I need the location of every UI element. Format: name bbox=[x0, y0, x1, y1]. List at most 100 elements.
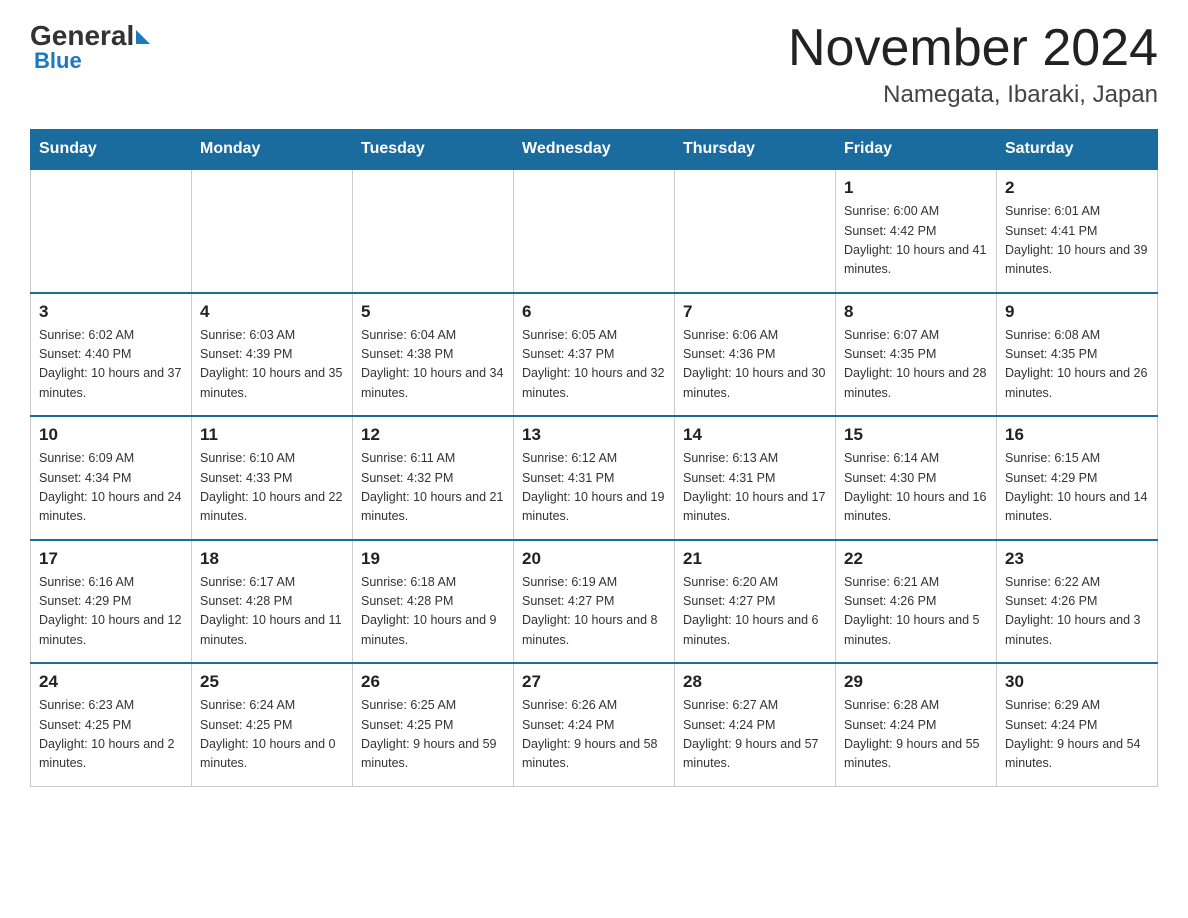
day-info: Sunrise: 6:18 AMSunset: 4:28 PMDaylight:… bbox=[361, 573, 505, 651]
calendar-cell-w4-d6: 22 Sunrise: 6:21 AMSunset: 4:26 PMDayligh… bbox=[836, 540, 997, 664]
day-info: Sunrise: 6:24 AMSunset: 4:25 PMDaylight:… bbox=[200, 696, 344, 774]
calendar-cell-w5-d1: 24 Sunrise: 6:23 AMSunset: 4:25 PMDayligh… bbox=[31, 663, 192, 786]
day-info: Sunrise: 6:01 AMSunset: 4:41 PMDaylight:… bbox=[1005, 202, 1149, 280]
day-number: 15 bbox=[844, 425, 988, 445]
page-header: General Blue November 2024 Namegata, Iba… bbox=[30, 20, 1158, 109]
day-number: 11 bbox=[200, 425, 344, 445]
day-info: Sunrise: 6:16 AMSunset: 4:29 PMDaylight:… bbox=[39, 573, 183, 651]
day-number: 9 bbox=[1005, 302, 1149, 322]
calendar-cell-w5-d5: 28Sunrise: 6:27 AMSunset: 4:24 PMDayligh… bbox=[675, 663, 836, 786]
day-number: 23 bbox=[1005, 549, 1149, 569]
calendar-cell-w4-d2: 18 Sunrise: 6:17 AMSunset: 4:28 PMDayligh… bbox=[192, 540, 353, 664]
day-info: Sunrise: 6:11 AMSunset: 4:32 PMDaylight:… bbox=[361, 449, 505, 527]
calendar-cell-w2-d7: 9 Sunrise: 6:08 AMSunset: 4:35 PMDaylight… bbox=[997, 293, 1158, 417]
day-number: 17 bbox=[39, 549, 183, 569]
day-number: 20 bbox=[522, 549, 666, 569]
day-number: 22 bbox=[844, 549, 988, 569]
day-info: Sunrise: 6:29 AMSunset: 4:24 PMDaylight:… bbox=[1005, 696, 1149, 774]
day-info: Sunrise: 6:25 AMSunset: 4:25 PMDaylight:… bbox=[361, 696, 505, 774]
day-info: Sunrise: 6:04 AMSunset: 4:38 PMDaylight:… bbox=[361, 326, 505, 404]
day-number: 16 bbox=[1005, 425, 1149, 445]
day-info: Sunrise: 6:22 AMSunset: 4:26 PMDaylight:… bbox=[1005, 573, 1149, 651]
calendar-cell-w3-d5: 14 Sunrise: 6:13 AMSunset: 4:31 PMDayligh… bbox=[675, 416, 836, 540]
day-info: Sunrise: 6:12 AMSunset: 4:31 PMDaylight:… bbox=[522, 449, 666, 527]
calendar-cell-w2-d4: 6 Sunrise: 6:05 AMSunset: 4:37 PMDaylight… bbox=[514, 293, 675, 417]
calendar-cell-w3-d3: 12 Sunrise: 6:11 AMSunset: 4:32 PMDayligh… bbox=[353, 416, 514, 540]
day-info: Sunrise: 6:26 AMSunset: 4:24 PMDaylight:… bbox=[522, 696, 666, 774]
day-info: Sunrise: 6:13 AMSunset: 4:31 PMDaylight:… bbox=[683, 449, 827, 527]
calendar-cell-w2-d5: 7 Sunrise: 6:06 AMSunset: 4:36 PMDaylight… bbox=[675, 293, 836, 417]
day-info: Sunrise: 6:08 AMSunset: 4:35 PMDaylight:… bbox=[1005, 326, 1149, 404]
day-info: Sunrise: 6:03 AMSunset: 4:39 PMDaylight:… bbox=[200, 326, 344, 404]
logo-triangle-icon bbox=[136, 30, 150, 44]
day-info: Sunrise: 6:15 AMSunset: 4:29 PMDaylight:… bbox=[1005, 449, 1149, 527]
day-number: 2 bbox=[1005, 178, 1149, 198]
day-number: 27 bbox=[522, 672, 666, 692]
day-number: 25 bbox=[200, 672, 344, 692]
day-info: Sunrise: 6:07 AMSunset: 4:35 PMDaylight:… bbox=[844, 326, 988, 404]
day-number: 1 bbox=[844, 178, 988, 198]
day-info: Sunrise: 6:23 AMSunset: 4:25 PMDaylight:… bbox=[39, 696, 183, 774]
day-info: Sunrise: 6:21 AMSunset: 4:26 PMDaylight:… bbox=[844, 573, 988, 651]
logo: General Blue bbox=[30, 20, 150, 74]
day-info: Sunrise: 6:28 AMSunset: 4:24 PMDaylight:… bbox=[844, 696, 988, 774]
header-friday: Friday bbox=[836, 130, 997, 170]
day-info: Sunrise: 6:00 AMSunset: 4:42 PMDaylight:… bbox=[844, 202, 988, 280]
day-info: Sunrise: 6:17 AMSunset: 4:28 PMDaylight:… bbox=[200, 573, 344, 651]
calendar-cell-w5-d7: 30Sunrise: 6:29 AMSunset: 4:24 PMDayligh… bbox=[997, 663, 1158, 786]
calendar-cell-w2-d2: 4 Sunrise: 6:03 AMSunset: 4:39 PMDaylight… bbox=[192, 293, 353, 417]
calendar-table: Sunday Monday Tuesday Wednesday Thursday… bbox=[30, 129, 1158, 787]
calendar-cell-w2-d3: 5Sunrise: 6:04 AMSunset: 4:38 PMDaylight… bbox=[353, 293, 514, 417]
header-monday: Monday bbox=[192, 130, 353, 170]
logo-blue-text: Blue bbox=[30, 48, 82, 74]
day-number: 13 bbox=[522, 425, 666, 445]
day-info: Sunrise: 6:19 AMSunset: 4:27 PMDaylight:… bbox=[522, 573, 666, 651]
calendar-cell-w1-d6: 1 Sunrise: 6:00 AMSunset: 4:42 PMDaylight… bbox=[836, 169, 997, 293]
day-number: 3 bbox=[39, 302, 183, 322]
calendar-cell-w5-d2: 25 Sunrise: 6:24 AMSunset: 4:25 PMDayligh… bbox=[192, 663, 353, 786]
day-number: 7 bbox=[683, 302, 827, 322]
calendar-cell-w5-d4: 27 Sunrise: 6:26 AMSunset: 4:24 PMDayligh… bbox=[514, 663, 675, 786]
calendar-cell-w4-d7: 23 Sunrise: 6:22 AMSunset: 4:26 PMDayligh… bbox=[997, 540, 1158, 664]
day-number: 12 bbox=[361, 425, 505, 445]
header-sunday: Sunday bbox=[31, 130, 192, 170]
calendar-cell-w1-d1 bbox=[31, 169, 192, 293]
day-info: Sunrise: 6:20 AMSunset: 4:27 PMDaylight:… bbox=[683, 573, 827, 651]
day-info: Sunrise: 6:27 AMSunset: 4:24 PMDaylight:… bbox=[683, 696, 827, 774]
day-number: 6 bbox=[522, 302, 666, 322]
day-info: Sunrise: 6:02 AMSunset: 4:40 PMDaylight:… bbox=[39, 326, 183, 404]
calendar-cell-w2-d6: 8Sunrise: 6:07 AMSunset: 4:35 PMDaylight… bbox=[836, 293, 997, 417]
calendar-cell-w3-d2: 11 Sunrise: 6:10 AMSunset: 4:33 PMDayligh… bbox=[192, 416, 353, 540]
title-area: November 2024 Namegata, Ibaraki, Japan bbox=[788, 20, 1158, 109]
header-saturday: Saturday bbox=[997, 130, 1158, 170]
week-row-1: 1 Sunrise: 6:00 AMSunset: 4:42 PMDaylight… bbox=[31, 169, 1158, 293]
calendar-cell-w1-d7: 2 Sunrise: 6:01 AMSunset: 4:41 PMDaylight… bbox=[997, 169, 1158, 293]
calendar-cell-w3-d4: 13 Sunrise: 6:12 AMSunset: 4:31 PMDayligh… bbox=[514, 416, 675, 540]
calendar-cell-w1-d5 bbox=[675, 169, 836, 293]
calendar-cell-w1-d4 bbox=[514, 169, 675, 293]
header-wednesday: Wednesday bbox=[514, 130, 675, 170]
day-info: Sunrise: 6:05 AMSunset: 4:37 PMDaylight:… bbox=[522, 326, 666, 404]
day-number: 21 bbox=[683, 549, 827, 569]
calendar-cell-w2-d1: 3 Sunrise: 6:02 AMSunset: 4:40 PMDaylight… bbox=[31, 293, 192, 417]
month-title: November 2024 bbox=[788, 20, 1158, 77]
day-info: Sunrise: 6:10 AMSunset: 4:33 PMDaylight:… bbox=[200, 449, 344, 527]
day-number: 24 bbox=[39, 672, 183, 692]
day-number: 19 bbox=[361, 549, 505, 569]
calendar-cell-w4-d4: 20 Sunrise: 6:19 AMSunset: 4:27 PMDayligh… bbox=[514, 540, 675, 664]
day-info: Sunrise: 6:06 AMSunset: 4:36 PMDaylight:… bbox=[683, 326, 827, 404]
calendar-cell-w4-d3: 19 Sunrise: 6:18 AMSunset: 4:28 PMDayligh… bbox=[353, 540, 514, 664]
calendar-cell-w3-d7: 16 Sunrise: 6:15 AMSunset: 4:29 PMDayligh… bbox=[997, 416, 1158, 540]
day-number: 18 bbox=[200, 549, 344, 569]
calendar-cell-w5-d6: 29Sunrise: 6:28 AMSunset: 4:24 PMDayligh… bbox=[836, 663, 997, 786]
calendar-cell-w3-d6: 15 Sunrise: 6:14 AMSunset: 4:30 PMDayligh… bbox=[836, 416, 997, 540]
day-info: Sunrise: 6:09 AMSunset: 4:34 PMDaylight:… bbox=[39, 449, 183, 527]
header-thursday: Thursday bbox=[675, 130, 836, 170]
day-number: 26 bbox=[361, 672, 505, 692]
calendar-cell-w4-d1: 17 Sunrise: 6:16 AMSunset: 4:29 PMDayligh… bbox=[31, 540, 192, 664]
day-number: 4 bbox=[200, 302, 344, 322]
day-number: 10 bbox=[39, 425, 183, 445]
day-number: 14 bbox=[683, 425, 827, 445]
day-info: Sunrise: 6:14 AMSunset: 4:30 PMDaylight:… bbox=[844, 449, 988, 527]
week-row-2: 3 Sunrise: 6:02 AMSunset: 4:40 PMDaylight… bbox=[31, 293, 1158, 417]
